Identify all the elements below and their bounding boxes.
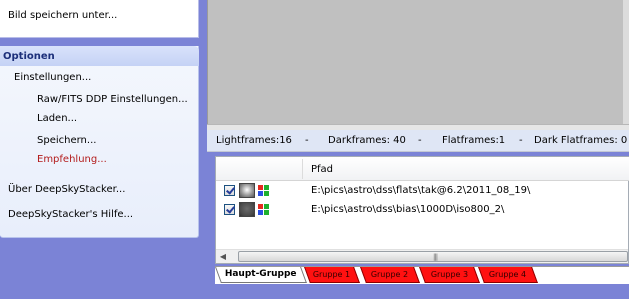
about-link[interactable]: Über DeepSkyStacker... (8, 184, 125, 195)
row-path: E:\pics\astro\dss\bias\1000D\iso800_2\ (311, 204, 505, 215)
preview-scrollbar[interactable] (623, 0, 629, 124)
darkframes-count: Darkframes: 40 (328, 135, 406, 146)
bottom-edge (207, 284, 629, 299)
column-path-header[interactable]: Pfad (311, 164, 333, 175)
table-row[interactable]: E:\pics\astro\dss\flats\tak@6.2\2011_08_… (216, 182, 629, 200)
row-checkbox[interactable] (224, 204, 235, 215)
tab-label: Gruppe 1 (313, 270, 351, 279)
color-channels-icon (258, 204, 270, 216)
sidebar: Bild speichern unter... Optionen Einstel… (0, 0, 207, 299)
row-path: E:\pics\astro\dss\flats\tak@6.2\2011_08_… (311, 185, 531, 196)
frames-list: Pfad E:\pics\astro\dss\flats\tak@6.2\201… (215, 156, 629, 264)
horizontal-scrollbar[interactable]: ◀ ||| (216, 249, 628, 263)
raw-fits-settings-link[interactable]: Raw/FITS DDP Einstellungen... (37, 94, 188, 105)
options-panel: Optionen Einstellungen... Raw/FITS DDP E… (0, 46, 199, 238)
scroll-left-arrow-icon[interactable]: ◀ (216, 250, 230, 263)
tab-main-group[interactable]: Haupt-Gruppe (215, 267, 307, 283)
status-separator: - (305, 135, 309, 146)
tab-group-2[interactable]: Gruppe 2 (360, 267, 420, 283)
tab-group-4[interactable]: Gruppe 4 (478, 267, 538, 283)
tab-group-1[interactable]: Gruppe 1 (304, 267, 360, 283)
lightframes-count: Lightframes:16 (216, 135, 292, 146)
options-header[interactable]: Optionen (0, 46, 199, 66)
flat-frame-thumbnail-icon (239, 183, 255, 198)
options-title: Optionen (3, 51, 55, 62)
flatframes-count: Flatframes:1 (442, 135, 506, 146)
tab-label: Gruppe 4 (489, 270, 527, 279)
save-link[interactable]: Speichern... (37, 135, 96, 146)
save-as-link[interactable]: Bild speichern unter... (8, 10, 117, 21)
load-link[interactable]: Laden... (37, 113, 77, 124)
image-preview[interactable] (207, 0, 629, 124)
group-tabs: Haupt-Gruppe Gruppe 1 Gruppe 2 Gruppe 3 … (215, 266, 629, 284)
tab-label: Gruppe 2 (371, 270, 409, 279)
settings-link[interactable]: Einstellungen... (14, 72, 91, 83)
scrollbar-grip-icon: ||| (433, 253, 438, 261)
list-header: Pfad (216, 157, 629, 181)
dark-flatframes-count: Dark Flatframes: 0 (534, 135, 628, 146)
tab-label: Haupt-Gruppe (224, 269, 297, 279)
column-separator[interactable] (302, 159, 303, 179)
row-checkbox[interactable] (224, 185, 235, 196)
table-row[interactable]: E:\pics\astro\dss\bias\1000D\iso800_2\ (216, 201, 629, 219)
bias-frame-thumbnail-icon (239, 202, 255, 217)
recommendation-link[interactable]: Empfehlung... (37, 154, 107, 165)
tab-group-3[interactable]: Gruppe 3 (419, 267, 480, 283)
help-link[interactable]: DeepSkyStacker's Hilfe... (8, 209, 133, 220)
tab-label: Gruppe 3 (430, 270, 468, 279)
scrollbar-thumb[interactable]: ||| (238, 251, 628, 262)
color-channels-icon (258, 185, 270, 197)
status-separator: - (519, 135, 523, 146)
frame-count-status: Lightframes:16 - Darkframes: 40 - Flatfr… (207, 130, 629, 152)
save-panel: Bild speichern unter... (0, 0, 199, 38)
status-separator: - (418, 135, 422, 146)
